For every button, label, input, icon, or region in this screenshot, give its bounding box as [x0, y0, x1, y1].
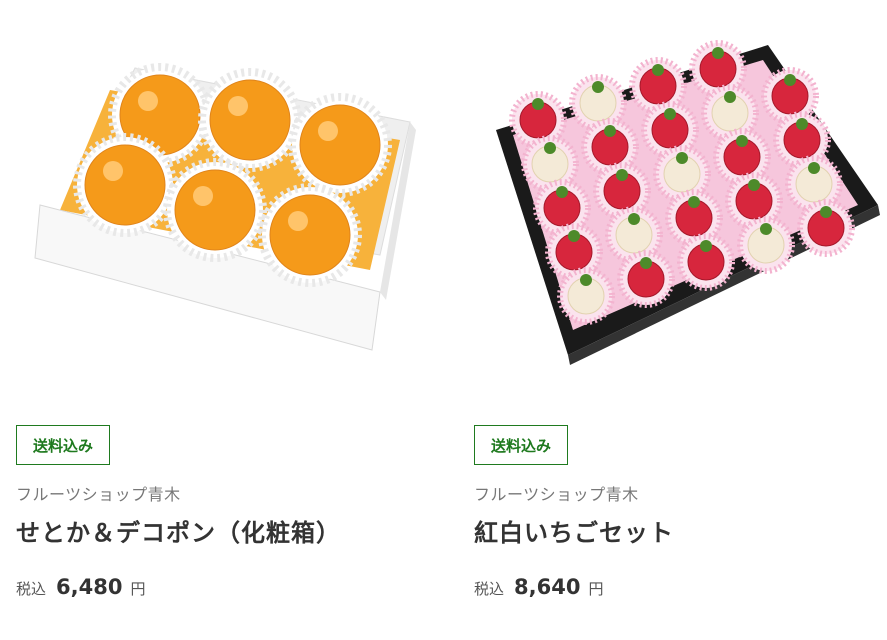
product-card[interactable]: 送料込み フルーツショップ青木 せとか＆デコポン（化粧箱） 税込 6,480 円 — [0, 0, 440, 640]
tax-included-label: 税込 — [16, 580, 47, 598]
product-title[interactable]: せとか＆デコポン（化粧箱） — [16, 513, 341, 548]
product-image[interactable] — [458, 0, 887, 380]
strawberry-box-image — [496, 40, 880, 365]
price-value: 8,640 — [514, 575, 581, 599]
currency-label: 円 — [588, 580, 604, 598]
price-row: 税込 6,480 円 — [16, 575, 145, 599]
shop-name[interactable]: フルーツショップ青木 — [474, 481, 639, 505]
shop-name[interactable]: フルーツショップ青木 — [16, 481, 181, 505]
product-title[interactable]: 紅白いちごセット — [474, 513, 674, 548]
product-grid: 送料込み フルーツショップ青木 せとか＆デコポン（化粧箱） 税込 6,480 円 送… — [0, 0, 887, 640]
citrus-box-image — [34, 63, 416, 351]
price-row: 税込 8,640 円 — [474, 575, 603, 599]
product-image[interactable] — [0, 0, 440, 380]
shipping-included-badge: 送料込み — [474, 425, 569, 465]
price-value: 6,480 — [56, 575, 123, 599]
product-card[interactable]: 送料込み フルーツショップ青木 紅白いちごセット 税込 8,640 円 — [458, 0, 887, 640]
tax-included-label: 税込 — [474, 580, 505, 598]
shipping-included-badge: 送料込み — [16, 425, 111, 465]
currency-label: 円 — [130, 580, 146, 598]
